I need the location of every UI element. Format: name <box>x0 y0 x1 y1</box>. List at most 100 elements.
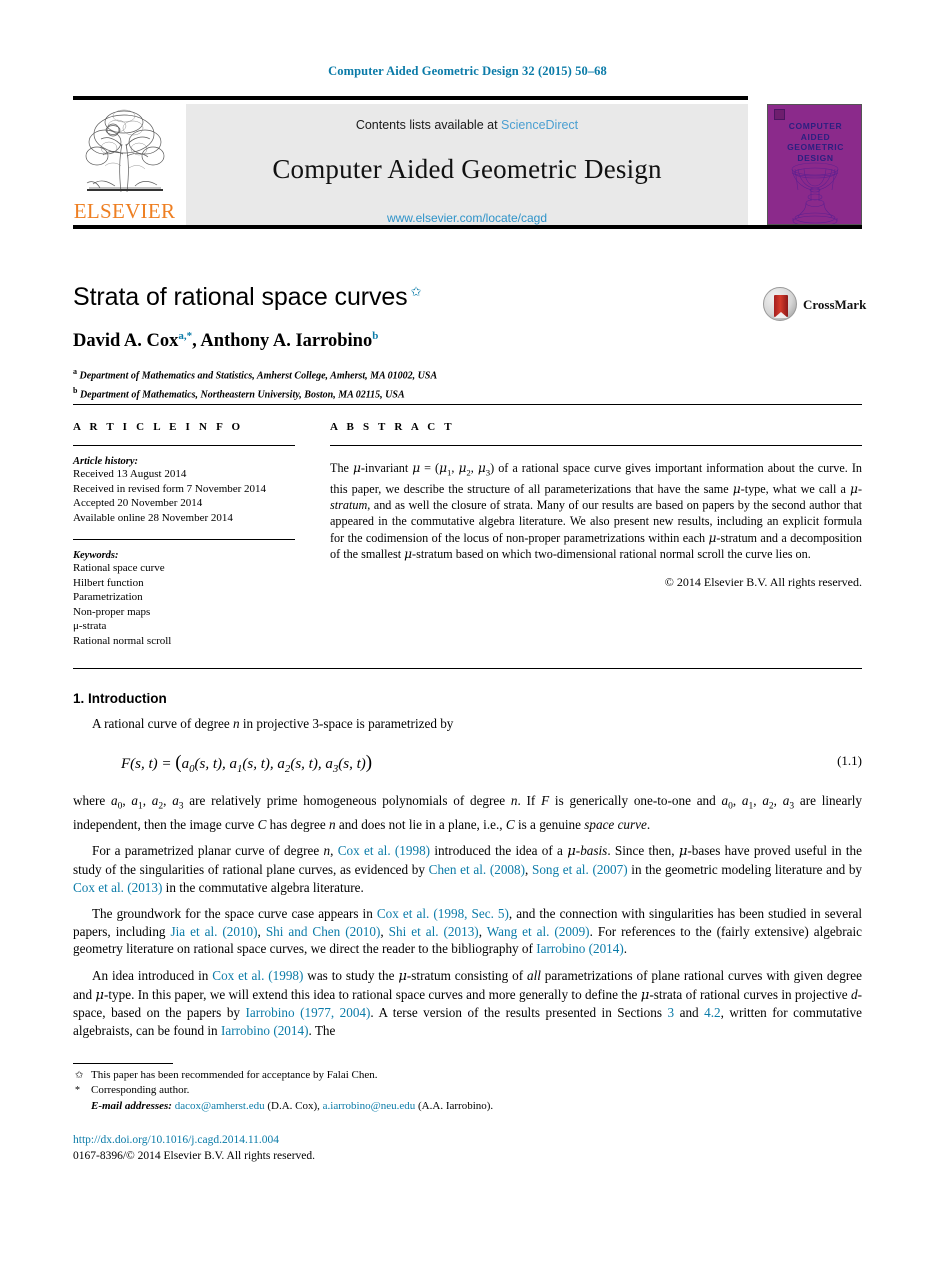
author-1-affiliation-mark[interactable]: a,* <box>178 330 192 342</box>
affiliation-a-text: Department of Mathematics and Statistics… <box>79 370 438 382</box>
crossmark-logo-icon <box>763 287 797 321</box>
citation-cox-1998[interactable]: Cox et al. (1998) <box>338 843 430 858</box>
footnote-star-icon: ✩ <box>75 1070 84 1081</box>
footnote-corresponding: * Corresponding author. <box>73 1083 673 1098</box>
paragraph-intro-2: where a0, a1, a2, a3 are relatively prim… <box>73 792 862 832</box>
paragraph-intro-1: A rational curve of degree n in projecti… <box>92 716 454 731</box>
citation-wang-2009[interactable]: Wang et al. (2009) <box>487 924 590 939</box>
contents-available-line: Contents lists available at ScienceDirec… <box>186 104 748 132</box>
equation-1-1-row: F(s, t) = (a0(s, t), a1(s, t), a2(s, t),… <box>73 752 862 775</box>
banner-bottom-rule <box>73 225 862 229</box>
paragraph-intro-3: For a parametrized planar curve of degre… <box>73 843 863 895</box>
contents-prefix: Contents lists available at <box>355 118 498 132</box>
keyword-item: Parametrization <box>73 591 143 603</box>
page-title-text: Strata of rational space curves <box>73 283 408 311</box>
wireframe-goblet-icon <box>791 162 839 224</box>
email-link-iarrobino[interactable]: a.iarrobino@neu.edu <box>323 1100 416 1112</box>
citation-shi-2013[interactable]: Shi et al. (2013) <box>389 924 479 939</box>
cover-line-2: AIDED <box>800 131 831 142</box>
info-section-top-rule <box>73 404 862 405</box>
issn-copyright-line: 0167-8396/© 2014 Elsevier B.V. All right… <box>73 1149 316 1162</box>
abstract-copyright: © 2014 Elsevier B.V. All rights reserved… <box>664 575 862 590</box>
affiliation-a-mark: a <box>73 367 77 377</box>
history-item: Received in revised form 7 November 2014 <box>73 482 267 495</box>
keywords-block: Keywords: Rational space curve Hilbert f… <box>73 550 295 648</box>
author-name-2: Anthony A. Iarrobino <box>200 331 373 352</box>
tree-drawing <box>85 109 165 193</box>
journal-url-link[interactable]: www.elsevier.com/locate/cagd <box>186 211 748 225</box>
citation-song-2007[interactable]: Song et al. (2007) <box>532 862 628 877</box>
title-block: Strata of rational space curves ✩ David A… <box>73 283 862 403</box>
footnote-block: ✩ This paper has been recommended for ac… <box>73 1068 673 1114</box>
abstract-text: The μ-invariant μ = (μ1, μ2, μ3) of a ra… <box>330 461 862 561</box>
citation-cox-2013[interactable]: Cox et al. (2013) <box>73 880 162 895</box>
body-column: 1. Introduction A rational curve of degr… <box>73 691 862 1039</box>
author-list: David A. Coxa,*, Anthony A. Iarrobinob <box>73 330 862 352</box>
paragraph-intro-5: An idea introduced in Cox et al. (1998) … <box>73 967 862 1038</box>
citation-iarrobino-2014-a[interactable]: Iarrobino (2014) <box>536 941 624 956</box>
keywords-label: Keywords: <box>73 550 119 561</box>
citation-cox-1998-sec5[interactable]: Cox et al. (1998, Sec. 5) <box>377 906 509 921</box>
keyword-item: Rational normal scroll <box>73 634 172 647</box>
footnote-star-text: This paper has been recommended for acce… <box>91 1069 378 1081</box>
citation-shi-chen-2010[interactable]: Shi and Chen (2010) <box>266 924 381 939</box>
keywords-list: Rational space curve Hilbert function Pa… <box>73 561 295 648</box>
email-owner-cox: (D.A. Cox), <box>267 1100 320 1112</box>
body-top-rule <box>73 668 862 669</box>
abstract-column: A B S T R A C T The μ-invariant μ = (μ1,… <box>330 421 862 590</box>
sciencedirect-link[interactable]: ScienceDirect <box>501 118 578 132</box>
journal-banner: ELSEVIER Contents lists available at Sci… <box>73 96 862 229</box>
doi-link[interactable]: http://dx.doi.org/10.1016/j.cagd.2014.11… <box>73 1133 315 1149</box>
article-info-heading: A R T I C L E I N F O <box>73 421 244 433</box>
journal-title: Computer Aided Geometric Design <box>272 154 662 184</box>
crossmark-book-icon <box>774 295 788 318</box>
citation-iarrobino-2014-b[interactable]: Iarrobino (2014) <box>221 1023 309 1038</box>
email-owner-iarrobino: (A.A. Iarrobino). <box>418 1100 494 1112</box>
footnote-asterisk-icon: * <box>75 1085 80 1096</box>
citation-jia-2010[interactable]: Jia et al. (2010) <box>170 924 257 939</box>
keyword-item: Non-proper maps <box>73 605 151 618</box>
author-2-affiliation-mark[interactable]: b <box>372 330 378 342</box>
cover-line-1: COMPUTER <box>788 121 843 131</box>
history-item: Received 13 August 2014 <box>73 468 187 480</box>
elsevier-wordmark: ELSEVIER <box>73 199 176 223</box>
affiliations: a Department of Mathematics and Statisti… <box>73 365 862 403</box>
article-history-label: Article history: <box>73 456 139 467</box>
affiliation-a: a Department of Mathematics and Statisti… <box>73 365 862 383</box>
footnote-star: ✩ This paper has been recommended for ac… <box>73 1068 673 1083</box>
keyword-item: Rational space curve <box>73 562 165 574</box>
section-link-3[interactable]: 3 <box>668 1005 675 1020</box>
keywords-rule <box>73 539 295 540</box>
running-head: Computer Aided Geometric Design 32 (2015… <box>328 64 607 78</box>
crossmark-badge[interactable]: CrossMark <box>763 285 866 325</box>
citation-cox-1998-b[interactable]: Cox et al. (1998) <box>212 968 303 983</box>
history-item: Accepted 20 November 2014 <box>73 497 203 509</box>
title-footnote-star-icon[interactable]: ✩ <box>411 284 422 299</box>
keyword-item: μ-strata <box>73 620 107 632</box>
equation-1-1: F(s, t) = (a0(s, t), a1(s, t), a2(s, t),… <box>121 751 373 775</box>
journal-cover-thumbnail[interactable]: COMPUTER AIDED GEOMETRIC DESIGN <box>767 104 862 225</box>
affiliation-b-text: Department of Mathematics, Northeastern … <box>79 389 405 401</box>
author-name-1: David A. Cox <box>73 331 179 352</box>
equation-1-1-number: (1.1) <box>837 752 862 768</box>
cover-publisher-mark-icon <box>774 109 785 120</box>
contents-box: Contents lists available at ScienceDirec… <box>186 104 748 225</box>
citation-iarrobino-1977-2004[interactable]: Iarrobino (1977, 2004) <box>246 1005 371 1020</box>
footnote-rule <box>73 1063 173 1064</box>
footnote-emails: E-mail addresses: dacox@amherst.edu (D.A… <box>73 1099 673 1114</box>
cover-line-3: GEOMETRIC <box>787 142 844 152</box>
citation-chen-2008[interactable]: Chen et al. (2008) <box>429 862 525 877</box>
paragraph-intro-4: The groundwork for the space curve case … <box>73 906 863 957</box>
article-history-list: Received 13 August 2014 Received in revi… <box>73 467 295 525</box>
email-link-cox[interactable]: dacox@amherst.edu <box>175 1100 265 1112</box>
doi-block: http://dx.doi.org/10.1016/j.cagd.2014.11… <box>73 1133 315 1164</box>
keyword-item: Hilbert function <box>73 576 144 589</box>
section-link-4-2[interactable]: 4.2 <box>704 1005 720 1020</box>
affiliation-b: b Department of Mathematics, Northeaster… <box>73 384 862 402</box>
elsevier-logo: ELSEVIER <box>73 104 176 225</box>
elsevier-tree-logo-icon <box>75 104 174 197</box>
email-addresses-label: E-mail addresses: <box>91 1100 172 1112</box>
history-item: Available online 28 November 2014 <box>73 511 233 524</box>
abstract-heading: A B S T R A C T <box>330 421 455 433</box>
article-info-column: A R T I C L E I N F O Article history: R… <box>73 421 295 648</box>
